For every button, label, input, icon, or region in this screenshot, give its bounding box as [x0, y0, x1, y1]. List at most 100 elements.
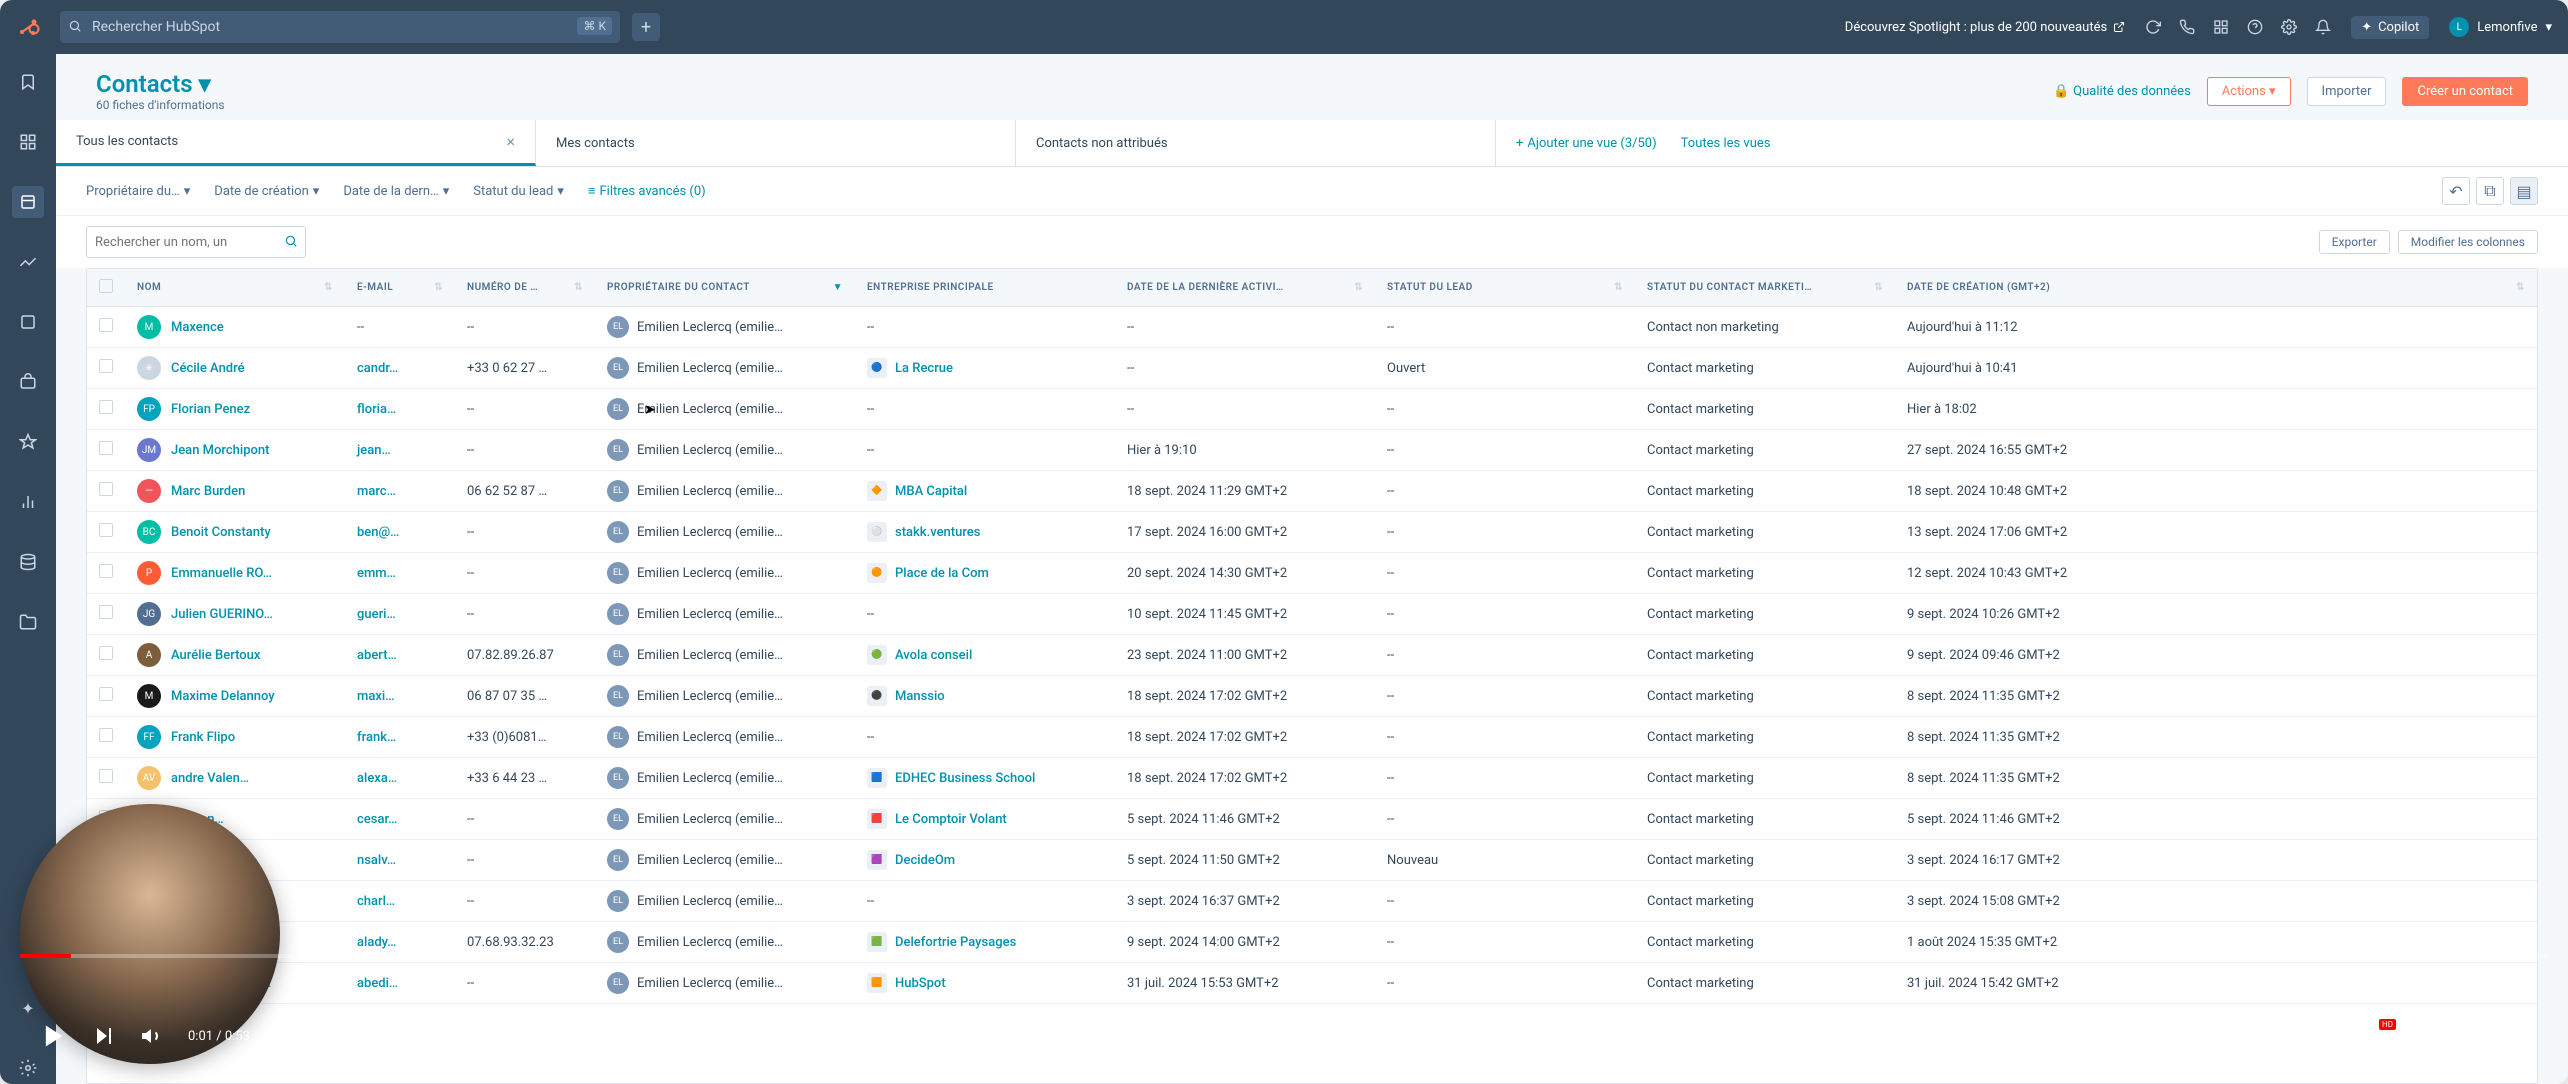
col-email[interactable]: E-MAIL⇅	[345, 269, 455, 307]
table-row[interactable]: FFFrank Flipo frank… +33 (0)6081… ELEmil…	[87, 717, 2537, 758]
company-link[interactable]: stakk.ventures	[895, 525, 980, 540]
email-link[interactable]: jean…	[357, 443, 391, 458]
company-link[interactable]: EDHEC Business School	[895, 771, 1035, 786]
email-link[interactable]: alady…	[357, 935, 396, 950]
contact-name-link[interactable]: Emmanuelle RO…	[171, 566, 272, 581]
settings-icon[interactable]	[2281, 19, 2297, 35]
row-checkbox[interactable]	[99, 318, 113, 332]
reports-icon[interactable]	[12, 486, 44, 518]
row-checkbox[interactable]	[99, 564, 113, 578]
volume-icon[interactable]	[140, 1024, 164, 1048]
tab-unassigned[interactable]: Contacts non attribués	[1016, 120, 1496, 166]
clone-icon[interactable]: ⧉	[2476, 177, 2504, 205]
row-checkbox[interactable]	[99, 687, 113, 701]
company-link[interactable]: Manssio	[895, 689, 945, 704]
crm-icon[interactable]	[12, 186, 44, 218]
company-link[interactable]: Le Comptoir Volant	[895, 812, 1007, 827]
create-contact-button[interactable]: Créer un contact	[2402, 77, 2528, 106]
data-quality-link[interactable]: 🔒 Qualité des données	[2053, 84, 2191, 99]
actions-dropdown[interactable]: Actions ▾	[2207, 77, 2291, 106]
email-link[interactable]: candr…	[357, 361, 398, 376]
select-all-checkbox[interactable]	[99, 279, 113, 293]
hubspot-logo-icon[interactable]	[16, 15, 40, 39]
filter-lead-status[interactable]: Statut du lead ▾	[473, 184, 564, 199]
quality-icon[interactable]	[2364, 1025, 2386, 1047]
contact-name-link[interactable]: andre Valen…	[171, 771, 249, 786]
row-checkbox[interactable]	[99, 769, 113, 783]
company-link[interactable]: Delefortrie Paysages	[895, 935, 1016, 950]
add-tab-button[interactable]: +	[632, 13, 660, 41]
email-link[interactable]: charl…	[357, 894, 395, 909]
save-view-icon[interactable]: ▤	[2510, 177, 2538, 205]
col-owner[interactable]: PROPRIÉTAIRE DU CONTACT▼	[595, 269, 855, 307]
col-lead-status[interactable]: STATUT DU LEAD⇅	[1375, 269, 1635, 307]
email-link[interactable]: ben@…	[357, 525, 399, 540]
phone-icon[interactable]	[2179, 19, 2195, 35]
library-icon[interactable]	[12, 606, 44, 638]
help-icon[interactable]	[2247, 19, 2263, 35]
email-link[interactable]: alexa…	[357, 771, 397, 786]
col-marketing-status[interactable]: STATUT DU CONTACT MARKETI…⇅	[1635, 269, 1895, 307]
bookmark-icon[interactable]	[12, 66, 44, 98]
table-search-input[interactable]	[86, 226, 306, 258]
theater-icon[interactable]	[2456, 1025, 2482, 1047]
contact-name-link[interactable]: Maxime Delannoy	[171, 689, 275, 704]
email-link[interactable]: emm…	[357, 566, 396, 581]
col-phone[interactable]: NUMÉRO DE …⇅	[455, 269, 595, 307]
fullscreen-icon[interactable]	[2506, 1025, 2528, 1047]
data-icon[interactable]	[12, 546, 44, 578]
captions-icon[interactable]	[2318, 1025, 2340, 1047]
table-row[interactable]: CLulemon… cesar… -- ELEmilien Leclercq (…	[87, 799, 2537, 840]
row-checkbox[interactable]	[99, 523, 113, 537]
filter-last-activity[interactable]: Date de la dern… ▾	[343, 184, 449, 199]
email-link[interactable]: nsalv…	[357, 853, 396, 868]
contact-name-link[interactable]: Benoit Constanty	[171, 525, 271, 540]
copilot-button[interactable]: ✦ Copilot	[2351, 16, 2429, 39]
col-last-activity[interactable]: DATE DE LA DERNIÈRE ACTIVI…⇅	[1115, 269, 1375, 307]
refresh-icon[interactable]	[2145, 19, 2161, 35]
content-icon[interactable]	[12, 306, 44, 338]
next-icon[interactable]	[92, 1024, 116, 1048]
email-link[interactable]: gueri…	[357, 607, 396, 622]
contact-name-link[interactable]: Jean Morchipont	[171, 443, 269, 458]
import-button[interactable]: Importer	[2307, 77, 2387, 106]
table-row[interactable]: NSALVAG… nsalv… -- ELEmilien Leclercq (e…	[87, 840, 2537, 881]
row-checkbox[interactable]	[99, 728, 113, 742]
row-checkbox[interactable]	[99, 646, 113, 660]
table-row[interactable]: FPFlorian Penez floria… -- ELEmilien Lec…	[87, 389, 2537, 430]
col-company[interactable]: ENTREPRISE PRINCIPALE	[855, 269, 1115, 307]
grid-icon[interactable]	[12, 126, 44, 158]
table-row[interactable]: CPe Pebreuil charl… -- ELEmilien Leclerc…	[87, 881, 2537, 922]
email-link[interactable]: maxi…	[357, 689, 394, 704]
autoplay-toggle[interactable]	[2258, 1027, 2294, 1045]
table-row[interactable]: MMaxime Delannoy maxi… 06 87 07 35 … ELE…	[87, 676, 2537, 717]
email-link[interactable]: frank…	[357, 730, 396, 745]
email-link[interactable]: floria…	[357, 402, 396, 417]
edit-columns-button[interactable]: Modifier les colonnes	[2398, 230, 2538, 254]
email-link[interactable]: abert…	[357, 648, 397, 663]
table-row[interactable]: ✳Cécile André candr… +33 0 62 27 … ELEmi…	[87, 348, 2537, 389]
global-search-input[interactable]	[60, 11, 620, 43]
filter-owner[interactable]: Propriétaire du… ▾	[86, 184, 190, 199]
play-icon[interactable]	[40, 1022, 68, 1050]
table-row[interactable]: AVandre Valen… alexa… +33 6 44 23 … ELEm…	[87, 758, 2537, 799]
close-tab-icon[interactable]: ×	[506, 132, 515, 151]
search-icon[interactable]	[284, 234, 298, 248]
table-row[interactable]: BCBenoit Constanty ben@… -- ELEmilien Le…	[87, 512, 2537, 553]
contact-name-link[interactable]: Florian Penez	[171, 402, 250, 417]
video-progress-track[interactable]	[20, 954, 2548, 958]
contact-name-link[interactable]: Maxence	[171, 320, 224, 335]
marketing-icon[interactable]	[12, 246, 44, 278]
table-row[interactable]: MMaxence -- -- ELEmilien Leclercq (emili…	[87, 307, 2537, 348]
tab-my-contacts[interactable]: Mes contacts	[536, 120, 1016, 166]
email-link[interactable]: cesar…	[357, 812, 397, 827]
tab-all-contacts[interactable]: Tous les contacts ×	[56, 120, 536, 166]
add-view-button[interactable]: + Ajouter une vue (3/50)	[1516, 136, 1657, 151]
row-checkbox[interactable]	[99, 482, 113, 496]
contact-name-link[interactable]: Frank Flipo	[171, 730, 235, 745]
contact-name-link[interactable]: Marc Burden	[171, 484, 245, 499]
spotlight-link[interactable]: Découvrez Spotlight : plus de 200 nouvea…	[1845, 20, 2125, 35]
marketplace-icon[interactable]	[2213, 19, 2229, 35]
table-row[interactable]: —Marc Burden marc… 06 62 52 87 … ELEmili…	[87, 471, 2537, 512]
contact-name-link[interactable]: Julien GUERINO…	[171, 607, 273, 622]
